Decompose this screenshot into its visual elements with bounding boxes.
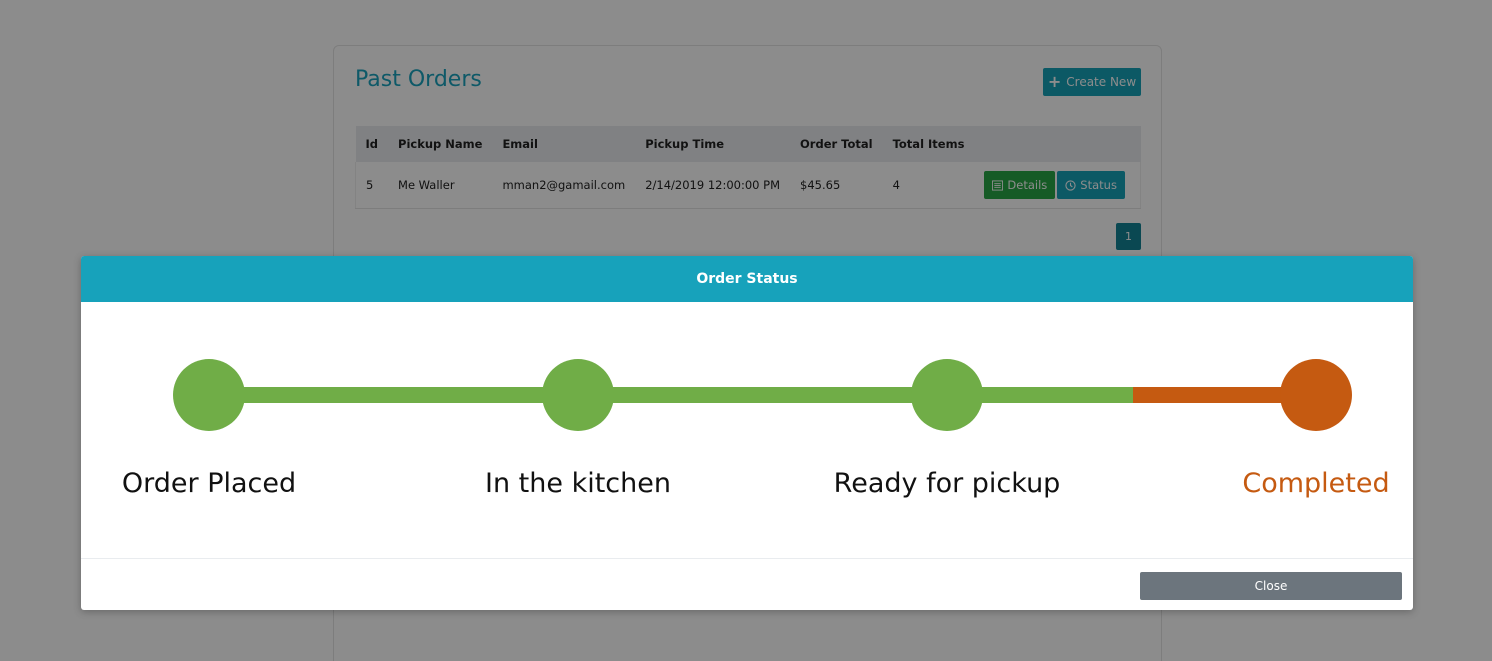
modal-header: Order Status [81, 256, 1413, 302]
order-status-modal: Order Status Order Placed In the kitchen… [81, 256, 1413, 610]
step-label-completed: Completed [1242, 468, 1390, 499]
close-button[interactable]: Close [1140, 572, 1402, 600]
step-label-ready-for-pickup: Ready for pickup [833, 468, 1061, 499]
step-marker-in-the-kitchen [542, 359, 614, 431]
step-marker-order-placed [173, 359, 245, 431]
step-label-order-placed: Order Placed [121, 468, 297, 499]
step-marker-completed [1280, 359, 1352, 431]
step-label-in-the-kitchen: In the kitchen [485, 468, 671, 499]
step-marker-ready-for-pickup [911, 359, 983, 431]
order-progress-tracker [173, 359, 1352, 431]
modal-title: Order Status [696, 271, 798, 287]
modal-footer: Close [81, 558, 1413, 610]
modal-body: Order Placed In the kitchen Ready for pi… [81, 302, 1413, 558]
